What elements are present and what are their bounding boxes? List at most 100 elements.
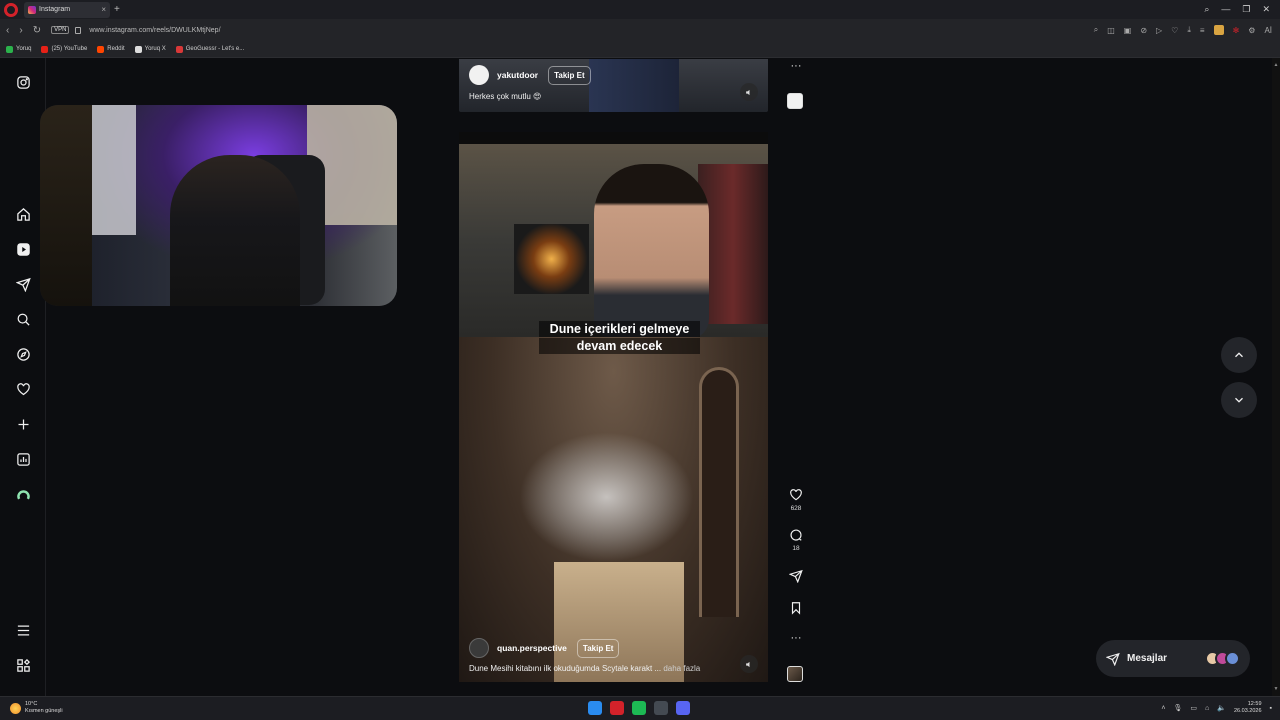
follow-button[interactable]: Takip Et — [548, 65, 591, 85]
windows-start-icon[interactable] — [588, 701, 602, 715]
avatar[interactable] — [469, 638, 489, 658]
next-reel-button[interactable] — [1221, 382, 1257, 418]
steam-icon[interactable] — [654, 701, 668, 715]
scroll-up-arrow-icon[interactable]: ▲ — [1273, 62, 1279, 68]
scene-smoke — [519, 432, 694, 562]
follow-button[interactable]: Takip Et — [576, 638, 620, 658]
play-icon[interactable]: ▷ — [1156, 26, 1162, 35]
reel-caption: Dune Mesihi kitabını ilk okuduğumda Scyt… — [469, 664, 700, 673]
bookmark-item[interactable]: Yoruq X — [134, 45, 166, 53]
close-window-button[interactable]: ✕ — [1262, 4, 1270, 15]
menu-icon[interactable]: ≡ — [1200, 26, 1205, 35]
also-from-meta-icon[interactable] — [15, 657, 31, 673]
like-count: 628 — [790, 505, 802, 512]
notifications-icon[interactable]: ▪ — [1270, 705, 1272, 712]
windows-taskbar: 10°C Kısmen güneşli ˄ 🎙 ▭ ⌂ 🔈 12:59 26.0… — [0, 696, 1280, 720]
heart-icon[interactable]: ♡ — [1171, 26, 1178, 35]
direct-send-icon[interactable] — [15, 276, 31, 292]
taskbar-clock[interactable]: 12:59 26.03.2026 — [1234, 701, 1262, 715]
reels-icon[interactable] — [15, 241, 31, 257]
mute-button[interactable] — [740, 83, 758, 101]
reel-username[interactable]: yakutdoor — [497, 70, 538, 80]
reload-icon[interactable]: ↻ — [33, 25, 41, 36]
reel-more-button[interactable]: ··· — [786, 632, 806, 644]
page-scrollbar[interactable]: ▲ ▼ — [1272, 58, 1280, 696]
scene-screen — [514, 224, 589, 294]
reel-subtitle-line-2: devam edecek — [539, 338, 700, 354]
minimize-button[interactable]: — — [1221, 4, 1230, 15]
weather-widget[interactable]: 10°C Kısmen güneşli — [10, 701, 63, 715]
more-dots-icon: ··· — [790, 632, 802, 644]
vpn-badge[interactable]: VPN — [51, 26, 70, 34]
volume-icon[interactable]: 🔈 — [1217, 704, 1226, 712]
previous-reel-audio-thumb[interactable] — [787, 93, 803, 109]
extension-icon[interactable] — [1213, 25, 1224, 35]
clock-time: 12:59 — [1247, 701, 1262, 707]
wallet-icon[interactable]: ▣ — [1124, 26, 1132, 35]
url-field[interactable]: www.instagram.com/reels/DWULKMtjNep/ — [89, 27, 220, 34]
network-icon[interactable]: ⌂ — [1205, 705, 1209, 712]
share-button[interactable] — [786, 569, 806, 583]
reel-audio-thumb[interactable] — [787, 666, 803, 682]
spotify-icon[interactable] — [632, 701, 646, 715]
comment-button[interactable]: 18 — [786, 528, 806, 552]
extension-red-icon[interactable]: ✻ — [1233, 26, 1240, 35]
window-controls: ⌕ — ❐ ✕ — [1204, 4, 1280, 15]
settings-icon[interactable]: ⚙ — [1248, 26, 1255, 35]
more-caption-link[interactable]: daha fazla — [663, 664, 700, 673]
current-reel-author: quan.perspective Takip Et — [469, 638, 620, 658]
instagram-logo-icon[interactable] — [15, 74, 31, 90]
opera-logo-icon[interactable] — [4, 2, 18, 17]
dashboard-chart-icon[interactable] — [15, 451, 31, 467]
zoom-icon[interactable]: ⌕ — [1094, 25, 1098, 35]
mute-button[interactable] — [740, 655, 758, 673]
message-avatars — [1205, 651, 1240, 666]
reel-username[interactable]: quan.perspective — [497, 643, 567, 653]
notifications-heart-icon[interactable] — [15, 381, 31, 397]
more-menu-icon[interactable] — [15, 622, 31, 638]
scroll-down-arrow-icon[interactable]: ▼ — [1273, 686, 1279, 692]
forward-arrow-icon[interactable]: › — [19, 25, 22, 36]
bookmark-item[interactable]: Yoruq — [6, 45, 31, 53]
bookmark-item[interactable]: Reddit — [97, 45, 125, 53]
speaker-muted-icon — [745, 89, 749, 95]
bookmark-item[interactable]: GeoGuessr - Let's e... — [175, 45, 244, 53]
previous-reel-button[interactable] — [1221, 337, 1257, 373]
reel-lower-scene — [459, 337, 768, 682]
current-reel-video[interactable] — [459, 132, 768, 682]
microphone-icon[interactable]: 🎙 — [1174, 704, 1183, 712]
bookmark-item[interactable]: (25) YouTube — [41, 45, 87, 53]
home-icon[interactable] — [15, 206, 31, 222]
search-icon[interactable] — [15, 311, 31, 327]
adblock-icon[interactable]: ⊘ — [1140, 26, 1147, 35]
camera-icon[interactable]: ◫ — [1107, 26, 1115, 35]
browser-tab-instagram[interactable]: Instagram × — [24, 1, 110, 18]
taskbar-apps — [588, 701, 690, 715]
discord-icon[interactable] — [676, 701, 690, 715]
tray-overflow-chevron-icon[interactable]: ˄ — [1161, 705, 1165, 712]
like-button[interactable]: 628 — [786, 488, 806, 512]
messages-button[interactable]: Mesajlar — [1096, 640, 1250, 677]
previous-reel-more-button[interactable]: ··· — [786, 60, 806, 72]
lock-icon[interactable] — [75, 26, 82, 34]
save-button[interactable] — [786, 601, 806, 615]
opera-browser-icon[interactable] — [610, 701, 624, 715]
tab-close-button[interactable]: × — [101, 5, 106, 14]
new-tab-button[interactable]: + — [114, 4, 120, 15]
explore-compass-icon[interactable] — [15, 346, 31, 362]
meta-threads-icon[interactable] — [15, 486, 31, 502]
share-send-icon — [789, 569, 803, 583]
create-plus-icon[interactable] — [15, 416, 31, 432]
partly-sunny-icon — [10, 702, 21, 714]
avatar[interactable] — [469, 65, 489, 85]
maximize-button[interactable]: ❐ — [1242, 4, 1250, 15]
download-icon[interactable]: ⤓ — [1187, 25, 1191, 35]
search-tabs-icon[interactable]: ⌕ — [1204, 4, 1209, 15]
ai-button[interactable]: Aİ — [1264, 26, 1272, 35]
bookmarks-bar: Yoruq (25) YouTube Reddit Yoruq X GeoGue… — [0, 41, 1280, 58]
avatar — [1225, 651, 1240, 666]
weather-description: Kısmen güneşli — [25, 708, 63, 714]
back-arrow-icon[interactable]: ‹ — [6, 25, 9, 36]
browser-toolbar: ⌕ ◫ ▣ ⊘ ▷ ♡ ⤓ ≡ ✻ ⚙ Aİ — [1094, 25, 1280, 35]
monitor-icon[interactable]: ▭ — [1190, 704, 1197, 712]
